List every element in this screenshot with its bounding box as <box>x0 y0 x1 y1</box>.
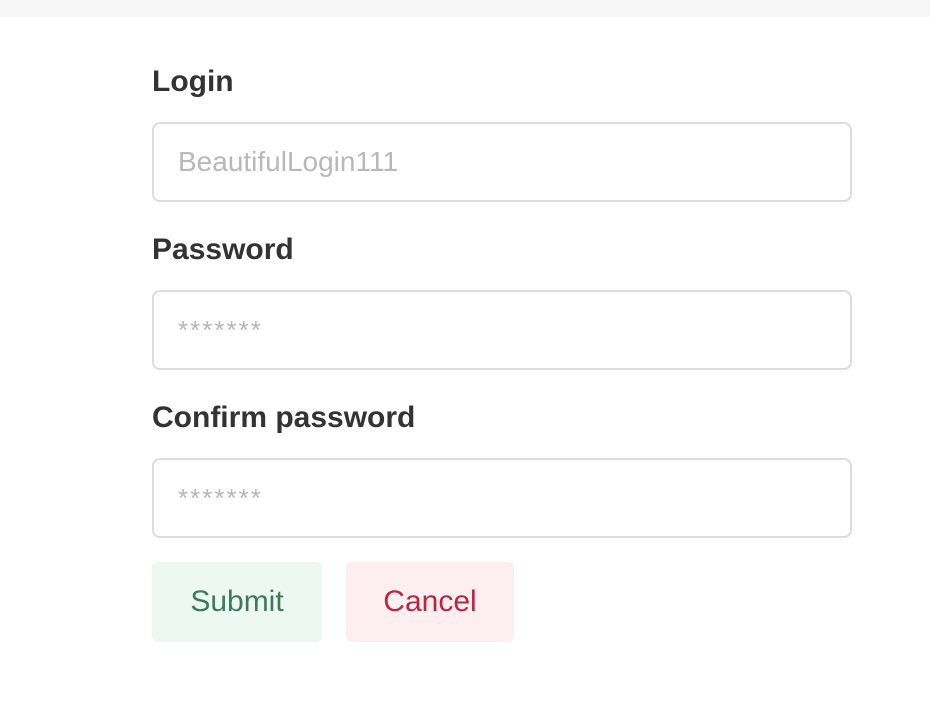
confirm-password-input[interactable] <box>152 458 852 538</box>
top-strip <box>0 0 930 17</box>
password-input[interactable] <box>152 290 852 370</box>
submit-button[interactable]: Submit <box>152 562 322 642</box>
cancel-button[interactable]: Cancel <box>346 562 514 642</box>
password-label: Password <box>152 233 294 266</box>
login-input[interactable] <box>152 122 852 202</box>
confirm-password-label: Confirm password <box>152 401 416 434</box>
login-label: Login <box>152 65 234 98</box>
